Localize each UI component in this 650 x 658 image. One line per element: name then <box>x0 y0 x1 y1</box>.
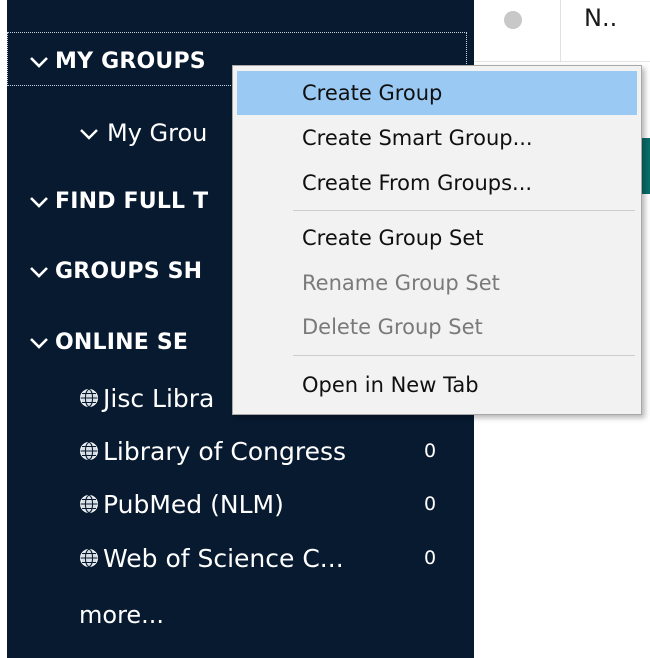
online-source-item[interactable]: Web of Science C... 0 <box>79 540 449 576</box>
section-label: FIND FULL T <box>55 188 209 214</box>
menu-item-rename-group-set: Rename Group Set <box>302 271 500 295</box>
menu-item-open-in-new-tab[interactable]: Open in New Tab <box>237 363 637 407</box>
chevron-down-icon[interactable] <box>29 52 49 72</box>
globe-icon <box>79 441 99 461</box>
column-divider[interactable] <box>560 0 561 62</box>
circle-icon[interactable] <box>504 11 522 29</box>
online-source-count: 0 <box>424 547 437 569</box>
section-label: MY GROUPS <box>55 48 206 74</box>
chevron-down-icon[interactable] <box>29 262 49 282</box>
online-source-count: 0 <box>424 440 437 462</box>
section-groups-shared[interactable]: GROUPS SH <box>29 253 202 289</box>
section-label: GROUPS SH <box>55 258 203 284</box>
online-source-label: PubMed (NLM) <box>103 489 284 519</box>
section-online-search[interactable]: ONLINE SE <box>29 324 188 360</box>
globe-icon <box>79 494 99 514</box>
column-header-row: N.. <box>474 0 650 62</box>
online-source-label: Library of Congress <box>103 436 347 466</box>
menu-item-create-smart-group[interactable]: Create Smart Group... <box>237 116 637 160</box>
sidebar-item-my-groups[interactable]: My Grou <box>79 115 207 151</box>
section-label: ONLINE SE <box>55 329 189 355</box>
menu-item-create-from-groups[interactable]: Create From Groups... <box>237 161 637 205</box>
globe-icon <box>79 548 99 568</box>
section-find-full-text[interactable]: FIND FULL T <box>29 183 208 219</box>
section-my-groups[interactable]: MY GROUPS <box>29 43 206 79</box>
online-source-count: 0 <box>424 493 437 515</box>
column-header-title[interactable]: N.. <box>584 4 617 32</box>
context-menu: Create Group Create Smart Group... Creat… <box>232 65 642 415</box>
online-source-label: Web of Science C... <box>103 543 344 573</box>
online-source-item[interactable]: PubMed (NLM) 0 <box>79 486 449 522</box>
menu-separator <box>293 210 635 211</box>
chevron-down-icon[interactable] <box>29 333 49 353</box>
menu-separator <box>293 355 635 356</box>
menu-item-create-group-set[interactable]: Create Group Set <box>237 216 637 260</box>
menu-item-delete-group-set: Delete Group Set <box>302 315 483 339</box>
online-source-item[interactable]: Library of Congress 0 <box>79 433 449 469</box>
sidebar-item-label: My Grou <box>107 119 208 147</box>
more-link[interactable]: more... <box>79 597 164 633</box>
app-window: MY GROUPS My Grou FIND FULL T GROUPS SH <box>0 0 650 658</box>
chevron-down-icon[interactable] <box>79 124 99 144</box>
chevron-down-icon[interactable] <box>29 192 49 212</box>
globe-icon <box>79 388 99 408</box>
menu-item-create-group[interactable]: Create Group <box>237 71 637 115</box>
online-source-label: Jisc Libra <box>103 383 215 413</box>
